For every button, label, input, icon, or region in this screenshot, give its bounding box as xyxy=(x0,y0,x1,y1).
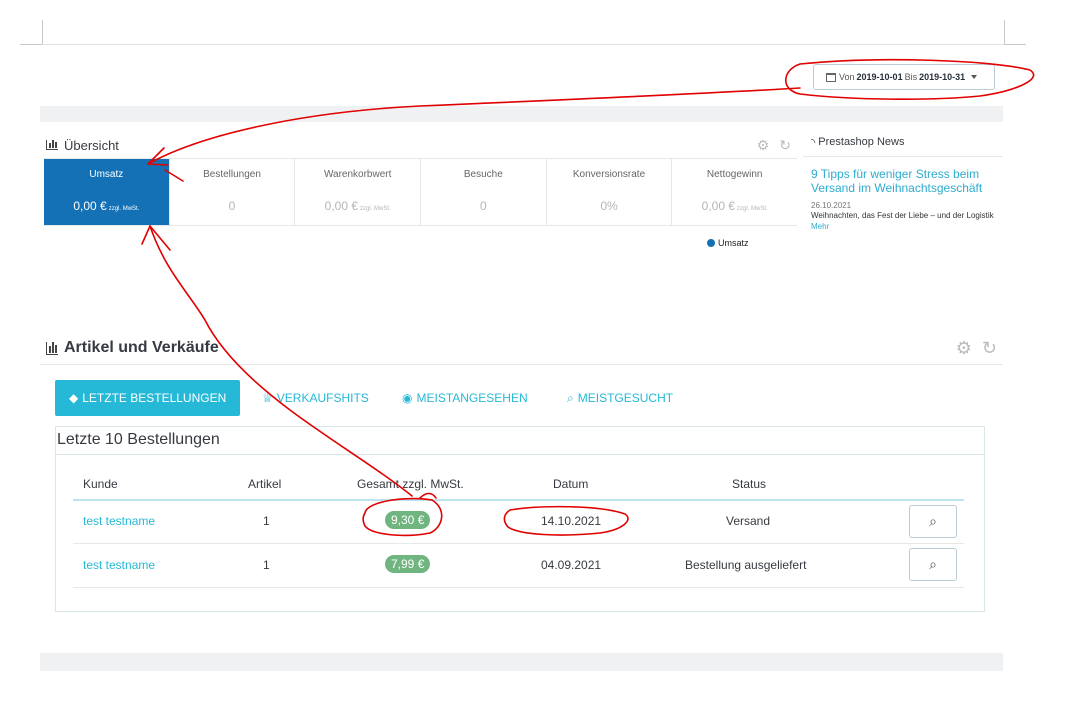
kpi-value: 0 xyxy=(228,199,236,213)
kpi-label: Umsatz xyxy=(89,169,124,180)
sales-title: Artikel und Verkäufe xyxy=(64,339,219,356)
column-header-gesamt: Gesamt zzgl. MwSt. xyxy=(357,477,464,491)
tab-label: VERKAUFSHITS xyxy=(276,391,369,405)
recent-orders-box: Letzte 10 Bestellungen xyxy=(55,426,985,612)
gear-icon[interactable]: ⚙ xyxy=(757,138,770,152)
tab-label: MEISTGESUCHT xyxy=(577,391,674,405)
orders-title: Letzte 10 Bestellungen xyxy=(56,427,984,455)
kpi-value: 0,00 € zzgl. MwSt. xyxy=(701,199,768,213)
kpi-label: Konversionsrate xyxy=(572,169,646,180)
tab-label: MEISTANGESEHEN xyxy=(416,391,528,405)
date-middle: Bis xyxy=(904,72,918,82)
kpi-value: 0 xyxy=(480,199,487,213)
bar-chart-icon xyxy=(46,341,58,355)
customer-link[interactable]: test testname xyxy=(83,558,155,572)
kpi-bestellungen[interactable]: Bestellungen 0 xyxy=(170,159,296,225)
date-range-button[interactable]: Von 2019-10-01 Bis 2019-10-31 xyxy=(813,64,995,90)
kpi-value: 0,00 € zzgl. MwSt. xyxy=(324,199,391,213)
news-date: 26.10.2021 xyxy=(811,201,852,210)
search-icon: ⌕ xyxy=(929,513,937,529)
chevron-down-icon xyxy=(971,75,978,79)
order-status: Bestellung ausgeliefert xyxy=(685,558,807,572)
bar-chart-icon xyxy=(46,140,58,150)
column-header-datum: Datum xyxy=(553,477,589,491)
kpi-besuche[interactable]: Besuche 0 xyxy=(421,159,547,225)
trophy-icon: ♕ xyxy=(262,391,273,405)
column-header-kunde: Kunde xyxy=(83,477,118,491)
eye-icon: ◉ xyxy=(402,391,413,405)
kpi-umsatz[interactable]: Umsatz 0,00 € zzgl. MwSt. xyxy=(44,159,170,225)
chart-legend[interactable]: Umsatz xyxy=(707,238,749,248)
table-header-divider xyxy=(73,499,964,501)
kpi-label: Bestellungen xyxy=(203,169,261,180)
kpi-konversionsrate[interactable]: Konversionsrate 0% xyxy=(547,159,673,225)
news-panel-title: Prestashop News xyxy=(818,136,905,148)
doc-corner-left xyxy=(42,20,43,44)
kpi-label: Besuche xyxy=(463,169,503,180)
doc-corner-right-h xyxy=(1004,44,1026,45)
bottom-band xyxy=(40,653,1003,671)
view-order-button[interactable]: ⌕ xyxy=(909,505,957,538)
date-to: 2019-10-31 xyxy=(919,72,966,82)
total-badge: 7,99 € xyxy=(385,555,431,573)
kpi-label: Nettogewinn xyxy=(706,169,763,180)
date-prefix: Von xyxy=(839,72,855,82)
item-count: 1 xyxy=(263,514,270,528)
doc-corner-left-h xyxy=(20,44,42,45)
sales-panel: Artikel und Verkäufe ⚙ ↻ xyxy=(40,325,1003,365)
overview-title: Übersicht xyxy=(64,137,119,153)
customer-link[interactable]: test testname xyxy=(83,514,155,528)
order-status: Versand xyxy=(726,514,771,528)
total-badge: 9,30 € xyxy=(385,511,431,529)
refresh-icon[interactable]: ↻ xyxy=(779,138,791,152)
kpi-row: Umsatz 0,00 € zzgl. MwSt. Bestellungen 0 … xyxy=(44,158,797,226)
kpi-label: Warenkorbwert xyxy=(323,169,392,180)
tab-letzte-bestellungen[interactable]: ◆ LETZTE BESTELLUNGEN xyxy=(55,380,241,416)
gear-icon[interactable]: ⚙ xyxy=(956,339,972,357)
news-headline[interactable]: 9 Tipps für weniger Stress beim Versand … xyxy=(811,167,995,195)
doc-corner-right xyxy=(1004,20,1005,44)
tab-meistangesehen[interactable]: ◉ MEISTANGESEHEN xyxy=(402,380,528,416)
search-icon: ⌕ xyxy=(929,556,937,572)
date-from: 2019-10-01 xyxy=(856,72,903,82)
legend-dot xyxy=(707,239,715,247)
order-date: 04.09.2021 xyxy=(541,558,602,572)
news-panel: ◝ Prestashop News 9 Tipps für weniger St… xyxy=(803,124,1003,250)
column-header-artikel: Artikel xyxy=(248,477,282,491)
refresh-icon[interactable]: ↻ xyxy=(982,339,997,357)
search-icon: ⌕ xyxy=(567,390,574,405)
row-divider xyxy=(73,543,964,544)
kpi-nettogewinn[interactable]: Nettogewinn 0,00 € zzgl. MwSt. xyxy=(672,159,797,225)
kpi-value: 0% xyxy=(600,199,618,213)
order-date: 14.10.2021 xyxy=(541,514,602,528)
tab-label: LETZTE BESTELLUNGEN xyxy=(82,391,227,405)
row-divider xyxy=(73,587,964,588)
rss-icon: ◝ xyxy=(811,136,816,149)
news-more-link[interactable]: Mehr xyxy=(811,222,829,231)
tab-verkaufshits[interactable]: ♕ VERKAUFSHITS xyxy=(262,380,369,416)
view-order-button[interactable]: ⌕ xyxy=(909,548,957,581)
kpi-value: 0,00 € zzgl. MwSt. xyxy=(73,199,140,213)
legend-label: Umsatz xyxy=(718,238,749,248)
calendar-icon xyxy=(826,72,836,82)
top-band xyxy=(40,106,1003,122)
news-text: Weihnachten, das Fest der Liebe – und de… xyxy=(811,211,994,231)
drop-icon: ◆ xyxy=(69,391,79,405)
kpi-warenkorbwert[interactable]: Warenkorbwert 0,00 € zzgl. MwSt. xyxy=(295,159,422,225)
column-header-status: Status xyxy=(732,477,767,491)
item-count: 1 xyxy=(263,558,270,572)
doc-top-rule xyxy=(42,44,1005,45)
tab-meistgesucht[interactable]: ⌕ MEISTGESUCHT xyxy=(567,380,673,416)
